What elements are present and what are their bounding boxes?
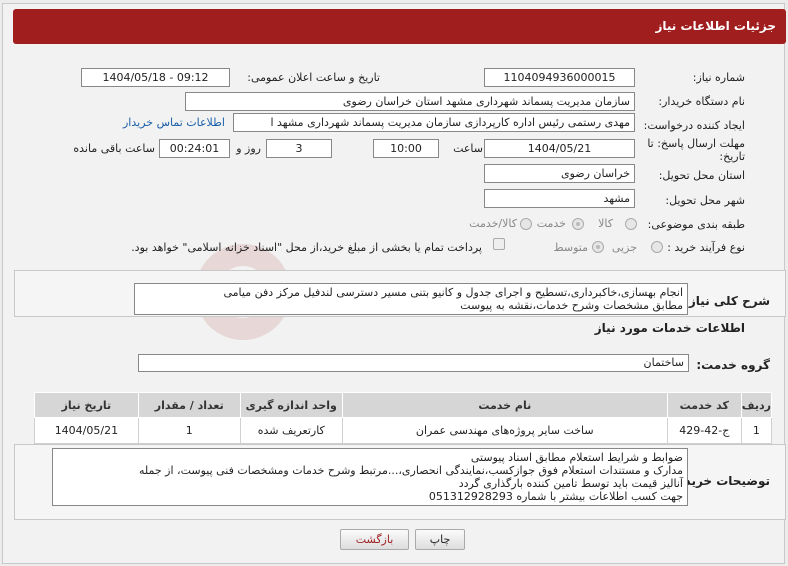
days-label: روز و xyxy=(236,142,261,155)
col-unit-header: واحد اندازه گیری xyxy=(239,392,343,418)
category-option-goods: کالا xyxy=(598,217,613,230)
province-field: خراسان رضوی xyxy=(484,164,635,183)
city-label: شهر محل تحویل: xyxy=(665,194,745,207)
cell-name: ساخت سایر پروژه‌های مهندسی عمران xyxy=(341,417,668,444)
creator-label: ایجاد کننده درخواست: xyxy=(643,119,745,132)
buyer-org-label: نام دستگاه خریدار: xyxy=(658,95,745,108)
category-option-service: خدمت xyxy=(536,217,566,230)
category-radio-goods-service[interactable] xyxy=(520,218,532,230)
cell-row: 1 xyxy=(740,417,773,444)
summary-textbox: انجام بهسازی،خاکبرداری،تسطیح و اجرای جدو… xyxy=(134,283,688,315)
summary-label: شرح کلی نیاز: xyxy=(684,294,770,308)
process-radio-minor[interactable] xyxy=(651,241,663,253)
city-field: مشهد xyxy=(484,189,635,208)
treasury-checkbox[interactable] xyxy=(493,238,505,250)
col-name-header: نام خدمت xyxy=(341,392,668,418)
print-button[interactable]: چاپ xyxy=(415,529,465,550)
province-label: استان محل تحویل: xyxy=(658,169,745,182)
service-group-field: ساختمان xyxy=(138,354,689,372)
deadline-time-label: ساعت xyxy=(453,142,483,155)
summary-line-1: انجام بهسازی،خاکبرداری،تسطیح و اجرای جدو… xyxy=(223,286,684,299)
col-code-header: کد خدمت xyxy=(666,392,742,418)
deadline-time-field: 10:00 xyxy=(373,139,439,158)
process-radio-medium[interactable] xyxy=(592,241,604,253)
buyer-notes-textbox: ضوابط و شرایط استعلام مطابق اسناد پیوستی… xyxy=(52,448,688,506)
process-option-medium: متوسط xyxy=(553,241,588,254)
remaining-label: ساعت باقی مانده xyxy=(73,142,155,155)
buyer-notes-line-1: ضوابط و شرایط استعلام مطابق اسناد پیوستی xyxy=(470,451,683,464)
page-header: جزئیات اطلاعات نیاز xyxy=(13,9,786,44)
category-label: طبقه بندی موضوعی: xyxy=(647,218,745,231)
service-group-label: گروه خدمت: xyxy=(696,358,770,372)
creator-field: مهدی رستمی رئیس اداره کارپردازی سازمان م… xyxy=(233,113,635,132)
summary-line-2: مطابق مشخصات وشرح خدمات،نقشه به پیوست xyxy=(460,299,683,312)
need-number-field: 1104094936000015 xyxy=(484,68,635,87)
contact-buyer-link[interactable]: اطلاعات تماس خریدار xyxy=(123,116,225,129)
cell-code: ج-42-429 xyxy=(666,417,742,444)
cell-unit: کارتعریف شده xyxy=(239,417,343,444)
col-qty-header: تعداد / مقدار xyxy=(137,392,241,418)
category-option-goods-service: کالا/خدمت xyxy=(469,217,517,230)
buyer-notes-line-2: مدارک و مستندات استعلام فوق جوازکسب،نمای… xyxy=(138,464,683,477)
col-date-header: تاریخ نیاز xyxy=(34,392,139,418)
remaining-time-field: 00:24:01 xyxy=(159,139,230,158)
buyer-notes-line-4: جهت کسب اطلاعات بیشتر با شماره 051312928… xyxy=(428,490,683,503)
deadline-date-field: 1404/05/21 xyxy=(484,139,635,158)
cell-qty: 1 xyxy=(137,417,241,444)
services-table: ردیف کد خدمت نام خدمت واحد اندازه گیری ت… xyxy=(34,392,773,444)
category-radio-service[interactable] xyxy=(572,218,584,230)
buyer-org-field: سازمان مدیریت پسماند شهرداری مشهد استان … xyxy=(185,92,635,111)
process-label: نوع فرآیند خرید : xyxy=(667,241,745,254)
payment-note: پرداخت تمام یا بخشی از مبلغ خرید،از محل … xyxy=(131,241,482,254)
deadline-label: مهلت ارسال پاسخ: تا تاریخ: xyxy=(647,137,745,163)
table-header-row: ردیف کد خدمت نام خدمت واحد اندازه گیری ت… xyxy=(34,392,773,418)
page-title: جزئیات اطلاعات نیاز xyxy=(655,19,776,33)
back-button[interactable]: بازگشت xyxy=(340,529,409,550)
need-number-label: شماره نیاز: xyxy=(692,71,745,84)
services-title: اطلاعات خدمات مورد نیاز xyxy=(594,321,745,335)
cell-date: 1404/05/21 xyxy=(34,417,139,444)
buyer-notes-line-3: آنالیز قیمت باید توسط تامین کننده بارگذا… xyxy=(458,477,683,490)
days-field: 3 xyxy=(266,139,332,158)
table-row: 1 ج-42-429 ساخت سایر پروژه‌های مهندسی عم… xyxy=(34,417,773,444)
announce-label: تاریخ و ساعت اعلان عمومی: xyxy=(247,71,380,84)
category-radio-goods[interactable] xyxy=(625,218,637,230)
announce-field: 1404/05/18 - 09:12 xyxy=(81,68,230,87)
process-option-minor: جزیی xyxy=(611,241,637,254)
col-row-header: ردیف xyxy=(740,392,773,418)
